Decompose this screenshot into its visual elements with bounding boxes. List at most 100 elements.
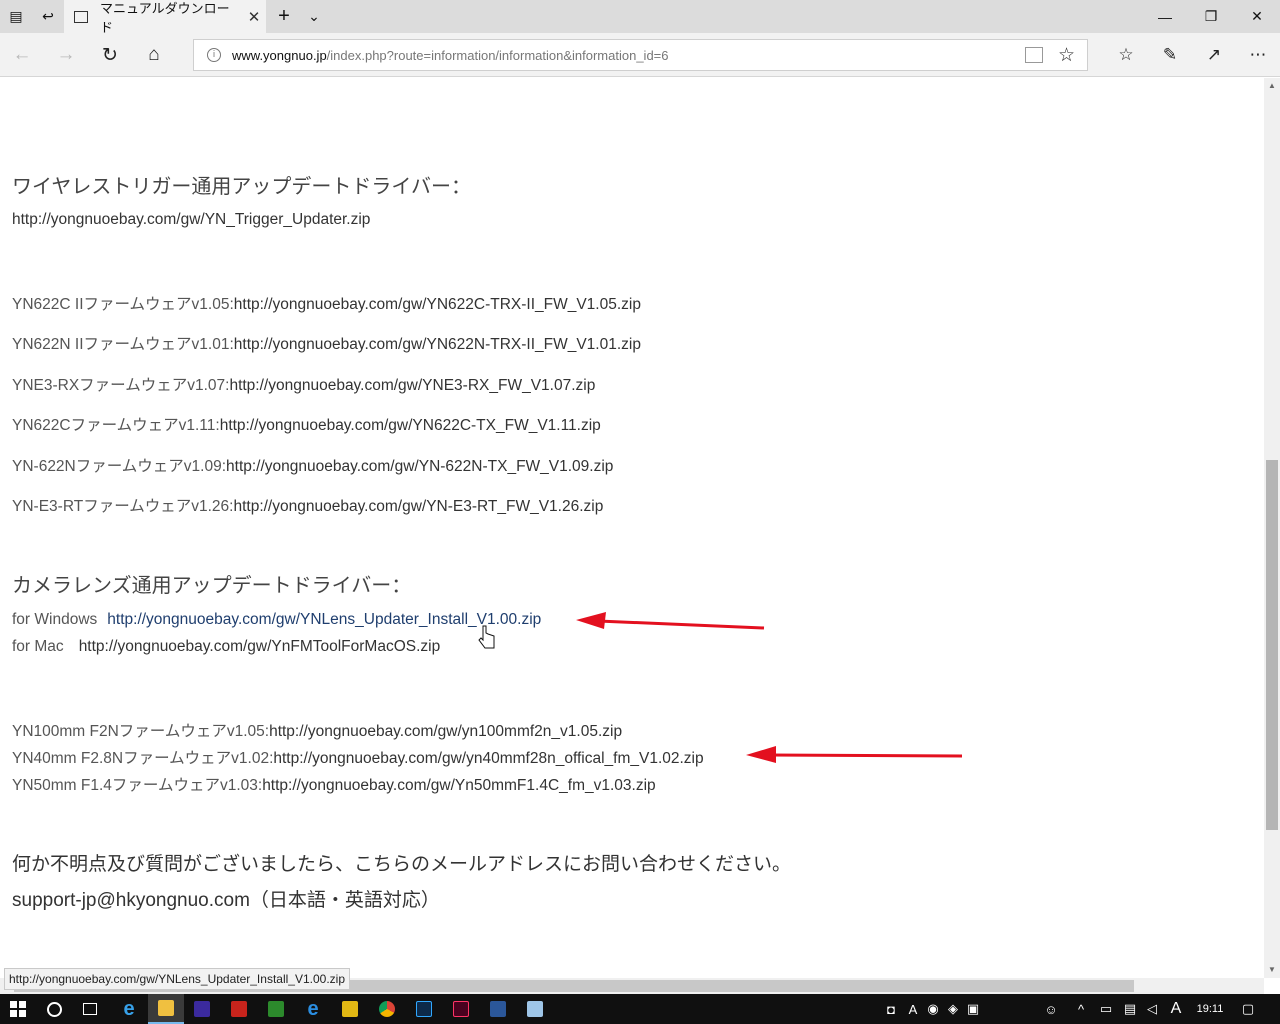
firmware-row: YN622C IIファームウェアv1.05:http://yongnuoebay… — [12, 292, 641, 314]
reading-view-icon[interactable] — [1025, 47, 1043, 63]
tray-font-icon[interactable]: A — [904, 994, 922, 1024]
start-windows-icon[interactable] — [0, 994, 36, 1024]
more-menu-icon[interactable]: ⋯ — [1236, 33, 1280, 77]
favorites-hub-icon[interactable]: ☆ — [1104, 33, 1148, 77]
tab-title: マニュアルダウンロード — [100, 0, 230, 35]
navigation-bar: ← → ↻ ⌂ i www.yongnuo.jp/index.php?route… — [0, 33, 1280, 77]
firmware-label: YN622Cファームウェアv1.11: — [12, 417, 220, 434]
lens-mac-row: for Mac http://yongnuoebay.com/gw/YnFMToo… — [12, 638, 440, 656]
people-icon[interactable]: ☺ — [1040, 994, 1062, 1024]
lens-firmware-label: YN40mm F2.8Nファームウェアv1.02: — [12, 750, 274, 767]
clock[interactable]: 19:11 — [1188, 994, 1232, 1024]
firmware-row: YN-622Nファームウェアv1.09:http://yongnuoebay.c… — [12, 454, 613, 476]
tray-app-icon[interactable]: ▣ — [964, 994, 982, 1024]
app-icon-red[interactable] — [221, 994, 257, 1024]
link-status-bar: http://yongnuoebay.com/gw/YNLens_Updater… — [4, 968, 350, 990]
file-explorer-icon[interactable] — [148, 994, 184, 1024]
app-icon-vlc[interactable] — [184, 994, 220, 1024]
firmware-row: YN622Cファームウェアv1.11:http://yongnuoebay.co… — [12, 413, 601, 435]
browser-tab-bar: ▤ ↩ マニュアルダウンロード ✕ + ⌄ — ❐ ✕ — [0, 0, 1280, 35]
firmware-label: YNE3-RXファームウェアv1.07: — [12, 377, 230, 394]
firmware-link[interactable]: http://yongnuoebay.com/gw/YNE3-RX_FW_V1.… — [229, 377, 595, 394]
vertical-scrollbar[interactable]: ▲ ▼ — [1264, 78, 1280, 978]
url-path: /index.php?route=information/information… — [326, 47, 669, 63]
firmware-label: YN622N IIファームウェアv1.01: — [12, 336, 234, 353]
firmware-label: YN-E3-RTファームウェアv1.26: — [12, 498, 234, 515]
ie-icon[interactable]: e — [111, 994, 147, 1024]
refresh-icon[interactable]: ↻ — [88, 33, 132, 77]
lens-firmware-row: YN100mm F2Nファームウェアv1.05:http://yongnuoeb… — [12, 719, 622, 741]
scroll-down-icon[interactable]: ▼ — [1264, 962, 1280, 978]
page-icon — [74, 10, 88, 23]
lens-firmware-label: YN100mm F2Nファームウェアv1.05: — [12, 723, 270, 740]
web-note-pen-icon[interactable]: ✎ — [1148, 33, 1192, 77]
scroll-up-icon[interactable]: ▲ — [1264, 78, 1280, 94]
tray-app-icon[interactable]: ◉ — [924, 994, 942, 1024]
new-tab-icon[interactable]: + — [268, 0, 300, 33]
scrollbar-thumb[interactable] — [1266, 460, 1278, 830]
word-icon[interactable] — [480, 994, 516, 1024]
tab-preview-chevron-icon[interactable]: ⌄ — [298, 0, 330, 33]
lens-firmware-row: YN50mm F1.4ファームウェアv1.03:http://yongnuoeb… — [12, 773, 656, 795]
tab-manager-icon[interactable]: ▤ — [0, 0, 32, 33]
keyboard-icon[interactable]: ▭ — [1096, 994, 1116, 1024]
lens-firmware-link[interactable]: http://yongnuoebay.com/gw/yn40mmf28n_off… — [273, 750, 703, 767]
mail-icon[interactable] — [332, 994, 368, 1024]
tray-app-icon[interactable]: ◈ — [944, 994, 962, 1024]
firmware-link[interactable]: http://yongnuoebay.com/gw/YN622C-TRX-II_… — [234, 296, 641, 313]
set-aside-tabs-icon[interactable]: ↩ — [32, 0, 64, 33]
minimize-button[interactable]: — — [1142, 0, 1188, 33]
firmware-link[interactable]: http://yongnuoebay.com/gw/YN622N-TRX-II_… — [234, 336, 641, 353]
page-content: ワイヤレストリガー通用アップデートドライバー： http://yongnuoeb… — [0, 78, 1264, 978]
app-icon-green[interactable] — [258, 994, 294, 1024]
tray-app-icon[interactable]: ◘ — [882, 994, 900, 1024]
forward-icon[interactable]: → — [44, 33, 88, 77]
contact-text: 何か不明点及び質問がございましたら、こちらのメールアドレスにお問い合わせください… — [12, 854, 792, 875]
lens-windows-label: for Windows — [12, 611, 98, 628]
lens-windows-link[interactable]: http://yongnuoebay.com/gw/YNLens_Updater… — [107, 611, 541, 628]
lens-mac-link[interactable]: http://yongnuoebay.com/gw/YnFMToolForMac… — [79, 638, 441, 655]
action-center-icon[interactable]: ▢ — [1236, 994, 1260, 1024]
firmware-label: YN622C IIファームウェアv1.05: — [12, 296, 234, 313]
taskbar: e e ◘ A ◉ ◈ ▣ ☺ ^ ▭ ▤ ◁ A 19:11 ▢ — [0, 994, 1280, 1024]
photoshop-icon[interactable] — [406, 994, 442, 1024]
trigger-updater-link[interactable]: http://yongnuoebay.com/gw/YN_Trigger_Upd… — [12, 211, 370, 229]
notepad-icon[interactable] — [517, 994, 553, 1024]
lens-windows-row: for Windows http://yongnuoebay.com/gw/YNL… — [12, 611, 541, 629]
ime-indicator[interactable]: A — [1166, 994, 1186, 1024]
chrome-icon[interactable] — [369, 994, 405, 1024]
lens-firmware-link[interactable]: http://yongnuoebay.com/gw/Yn50mmF1.4C_fm… — [262, 777, 655, 794]
lens-firmware-link[interactable]: http://yongnuoebay.com/gw/yn100mmf2n_v1.… — [269, 723, 622, 740]
firmware-link[interactable]: http://yongnuoebay.com/gw/YN-622N-TX_FW_… — [226, 458, 613, 475]
firmware-row: YN-E3-RTファームウェアv1.26:http://yongnuoebay.… — [12, 494, 603, 516]
cortana-icon[interactable] — [36, 994, 72, 1024]
trigger-heading: ワイヤレストリガー通用アップデートドライバー： — [12, 176, 471, 198]
favorite-star-icon[interactable]: ☆ — [1058, 44, 1075, 67]
lens-heading: カメラレンズ通用アップデートドライバー： — [12, 575, 412, 597]
volume-icon[interactable]: ◁ — [1142, 994, 1162, 1024]
lens-mac-label: for Mac — [12, 638, 64, 655]
restore-button[interactable]: ❐ — [1188, 0, 1234, 33]
share-icon[interactable]: ↗ — [1192, 33, 1236, 77]
indesign-icon[interactable] — [443, 994, 479, 1024]
firmware-link[interactable]: http://yongnuoebay.com/gw/YN-E3-RT_FW_V1… — [233, 498, 603, 515]
firmware-link[interactable]: http://yongnuoebay.com/gw/YN622C-TX_FW_V… — [220, 417, 601, 434]
firmware-row: YN622N IIファームウェアv1.01:http://yongnuoebay… — [12, 332, 641, 354]
close-window-button[interactable]: ✕ — [1234, 0, 1280, 33]
address-bar[interactable]: i www.yongnuo.jp/index.php?route=informa… — [193, 39, 1088, 71]
site-info-icon[interactable]: i — [207, 48, 221, 62]
tray-overflow-chevron-icon[interactable]: ^ — [1070, 994, 1092, 1024]
edge-icon[interactable]: e — [295, 994, 331, 1024]
back-icon[interactable]: ← — [0, 33, 44, 77]
lens-firmware-row: YN40mm F2.8Nファームウェアv1.02:http://yongnuoe… — [12, 746, 704, 768]
tab-active[interactable]: マニュアルダウンロード ✕ — [64, 0, 266, 35]
task-view-icon[interactable] — [72, 994, 108, 1024]
home-icon[interactable]: ⌂ — [132, 33, 176, 77]
contact-email[interactable]: support-jp@hkyongnuo.com（日本語・英語対応） — [12, 885, 440, 912]
network-icon[interactable]: ▤ — [1120, 994, 1140, 1024]
tab-close-icon[interactable]: ✕ — [242, 8, 266, 26]
firmware-row: YNE3-RXファームウェアv1.07:http://yongnuoebay.c… — [12, 373, 595, 395]
lens-firmware-label: YN50mm F1.4ファームウェアv1.03: — [12, 777, 263, 794]
firmware-label: YN-622Nファームウェアv1.09: — [12, 458, 227, 475]
url-host: www.yongnuo.jp — [232, 47, 327, 63]
